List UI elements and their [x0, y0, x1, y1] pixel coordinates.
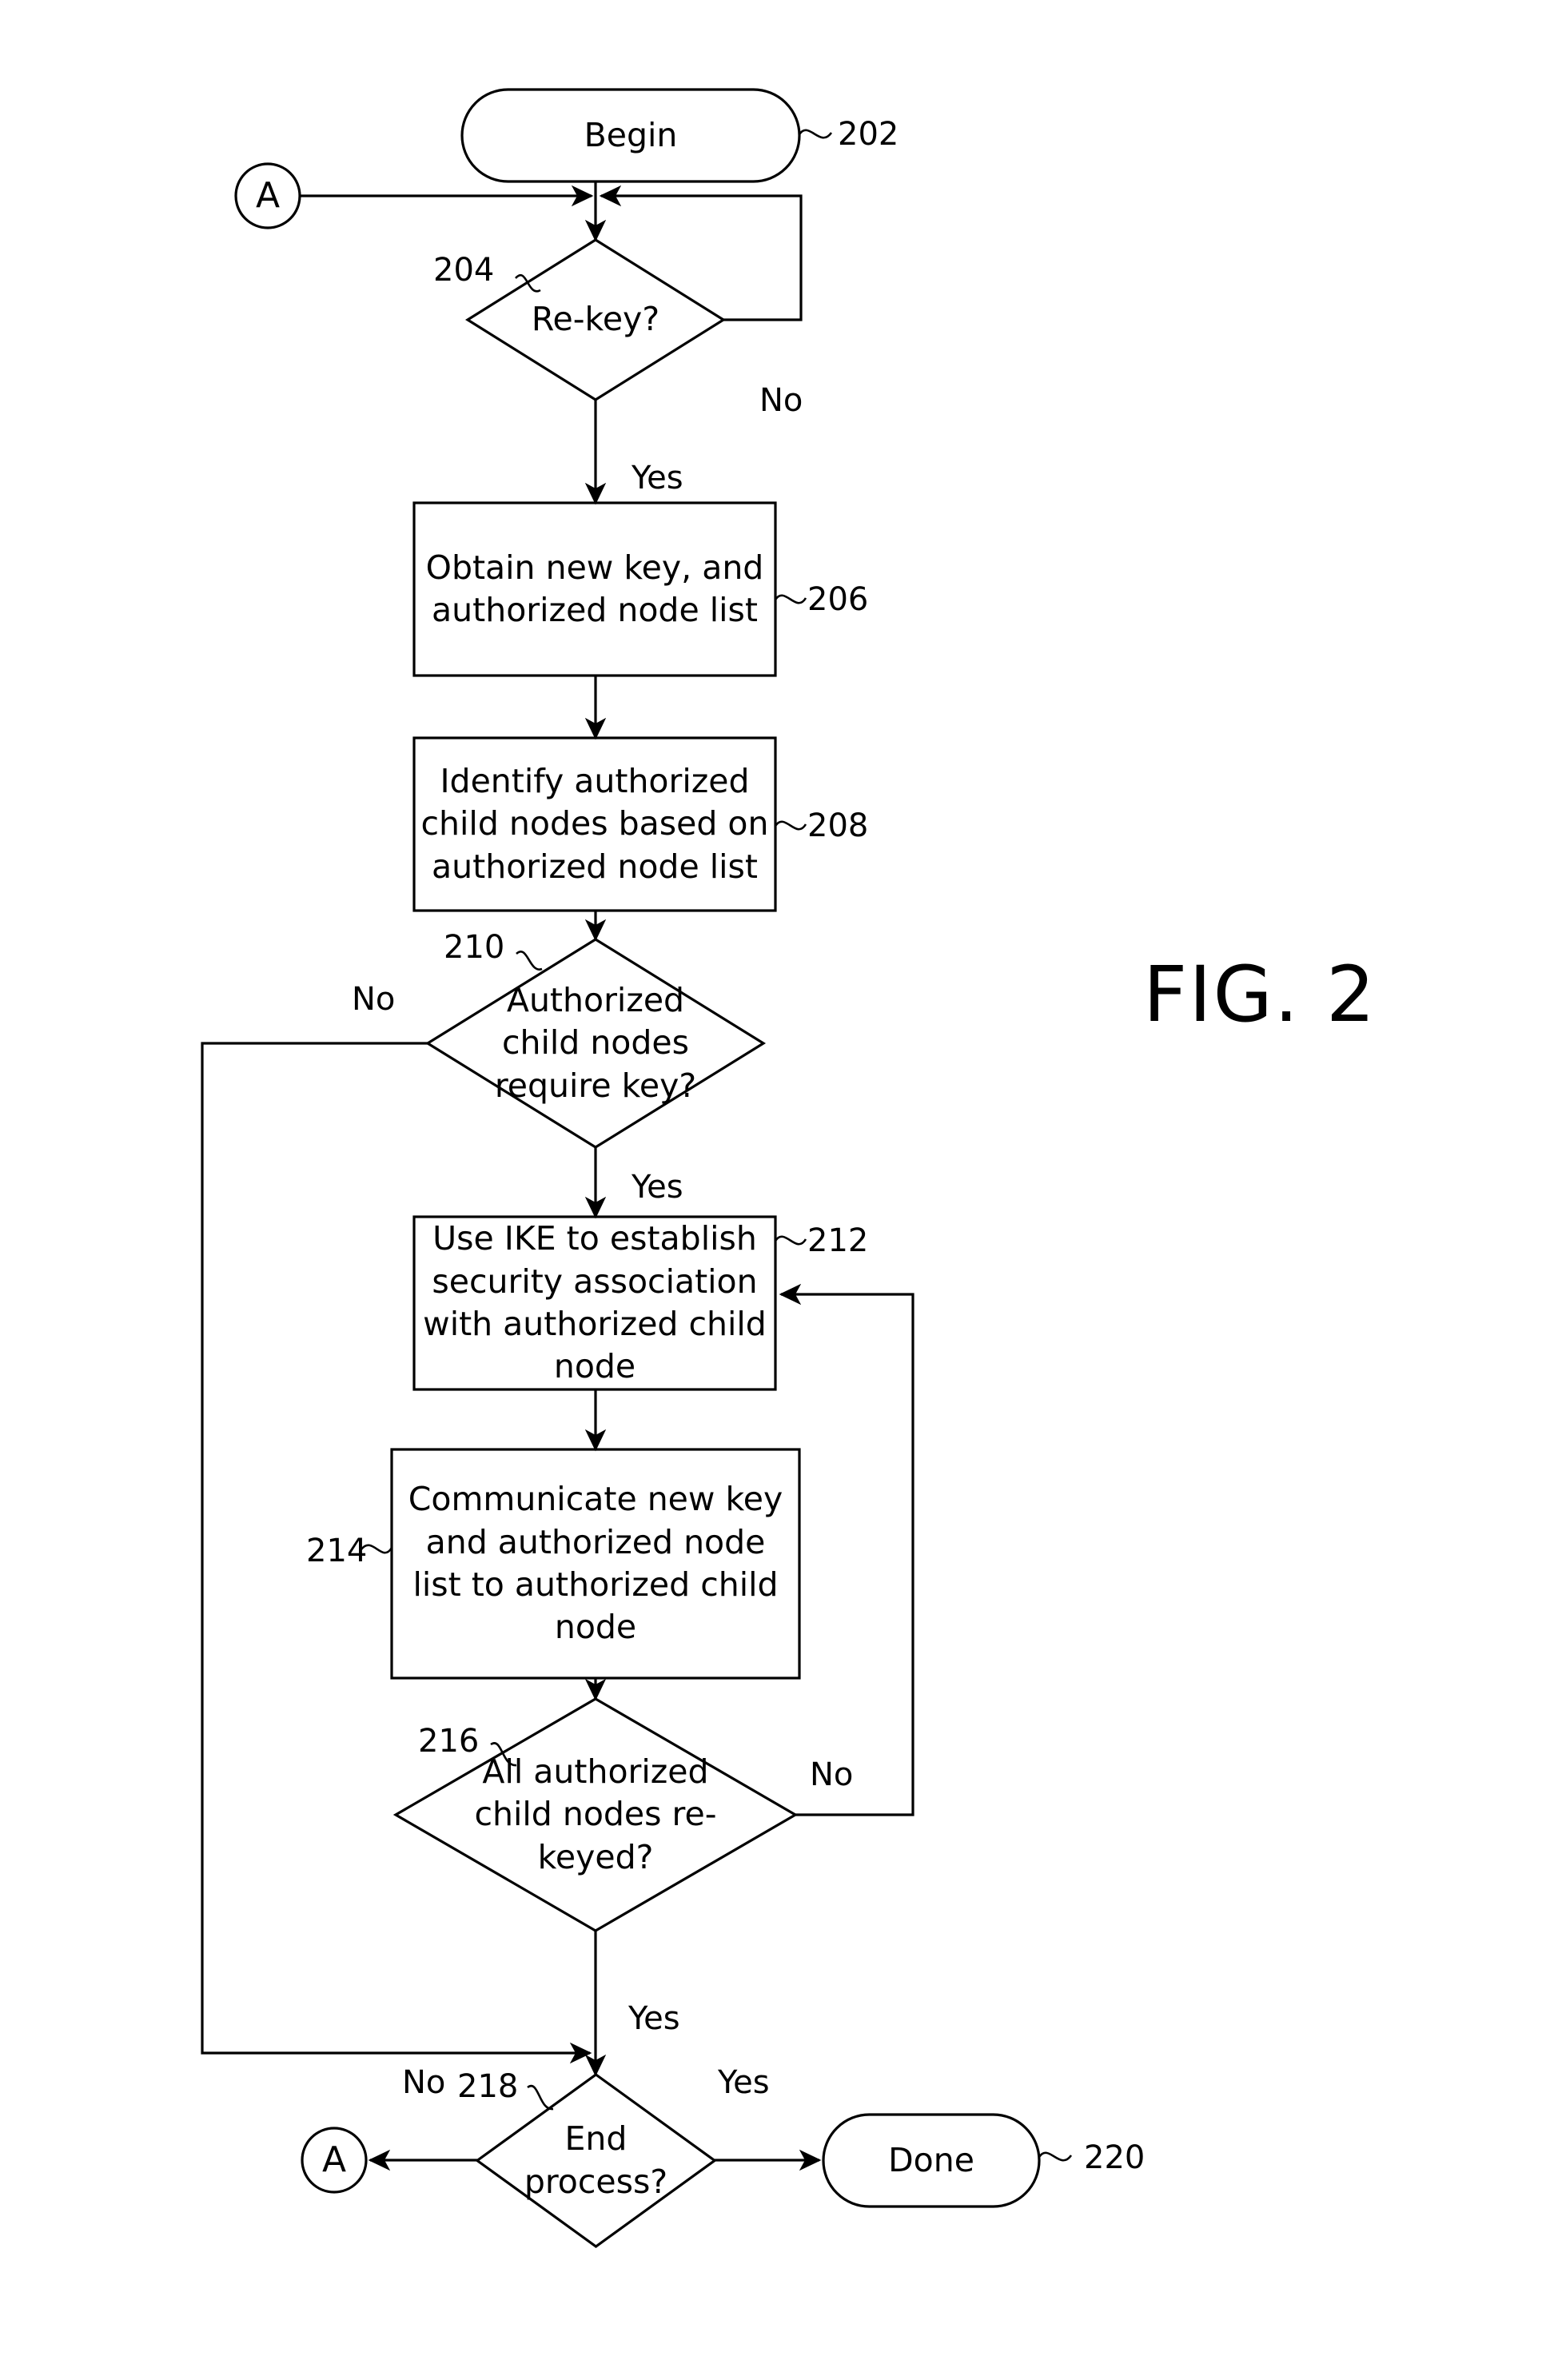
edge-label-210-no: No [352, 981, 396, 1018]
ref-numeral-210: 210 [444, 929, 505, 966]
edge-label-rekey-yes: Yes [632, 460, 683, 496]
ref-numeral-208: 208 [807, 807, 869, 844]
ref-numeral-204: 204 [433, 252, 495, 289]
edge-label-218-yes: Yes [718, 2064, 770, 2101]
ref-numeral-206: 206 [807, 581, 869, 618]
shape-done [822, 2113, 1041, 2208]
shape-process-212 [412, 1215, 777, 1391]
ref-numeral-212: 212 [807, 1222, 869, 1259]
shape-connector-a-bottom [301, 2127, 368, 2194]
leader-212 [774, 1235, 807, 1246]
ref-numeral-216: 216 [418, 1723, 480, 1760]
edge-210-no-bypass [201, 1042, 592, 2064]
edge-label-216-no: No [810, 1756, 854, 1793]
leader-206 [774, 594, 807, 604]
shape-begin [460, 88, 801, 183]
leader-202 [798, 129, 833, 139]
leader-208 [774, 820, 807, 831]
shape-decision-rekey [464, 238, 727, 401]
ref-numeral-218: 218 [457, 2068, 519, 2105]
ref-numeral-214: 214 [306, 1533, 368, 1569]
shape-decision-210 [424, 938, 767, 1149]
patent-figure-flowchart: Begin A Re-key? Obtain new key, and auth… [0, 0, 1542, 2380]
flowchart-graphics-layer [201, 88, 1073, 2248]
leader-220 [1038, 2151, 1073, 2162]
shape-process-206 [412, 501, 777, 677]
figure-title: FIG. 2 [1143, 950, 1377, 1039]
leader-210 [516, 951, 543, 971]
ref-numeral-202: 202 [838, 116, 899, 153]
edge-label-rekey-no: No [759, 382, 803, 419]
leader-218 [527, 2084, 554, 2111]
shape-connector-a-top [234, 162, 301, 229]
edge-204-no-loop [599, 185, 803, 321]
edge-216-no-loop [779, 1283, 914, 1816]
shape-process-214 [390, 1448, 801, 1680]
edge-label-210-yes: Yes [632, 1169, 683, 1206]
edge-label-218-no: No [402, 2064, 446, 2101]
ref-numeral-220: 220 [1084, 2139, 1146, 2176]
edge-label-216-yes: Yes [628, 2000, 680, 2037]
shape-process-208 [412, 736, 777, 912]
